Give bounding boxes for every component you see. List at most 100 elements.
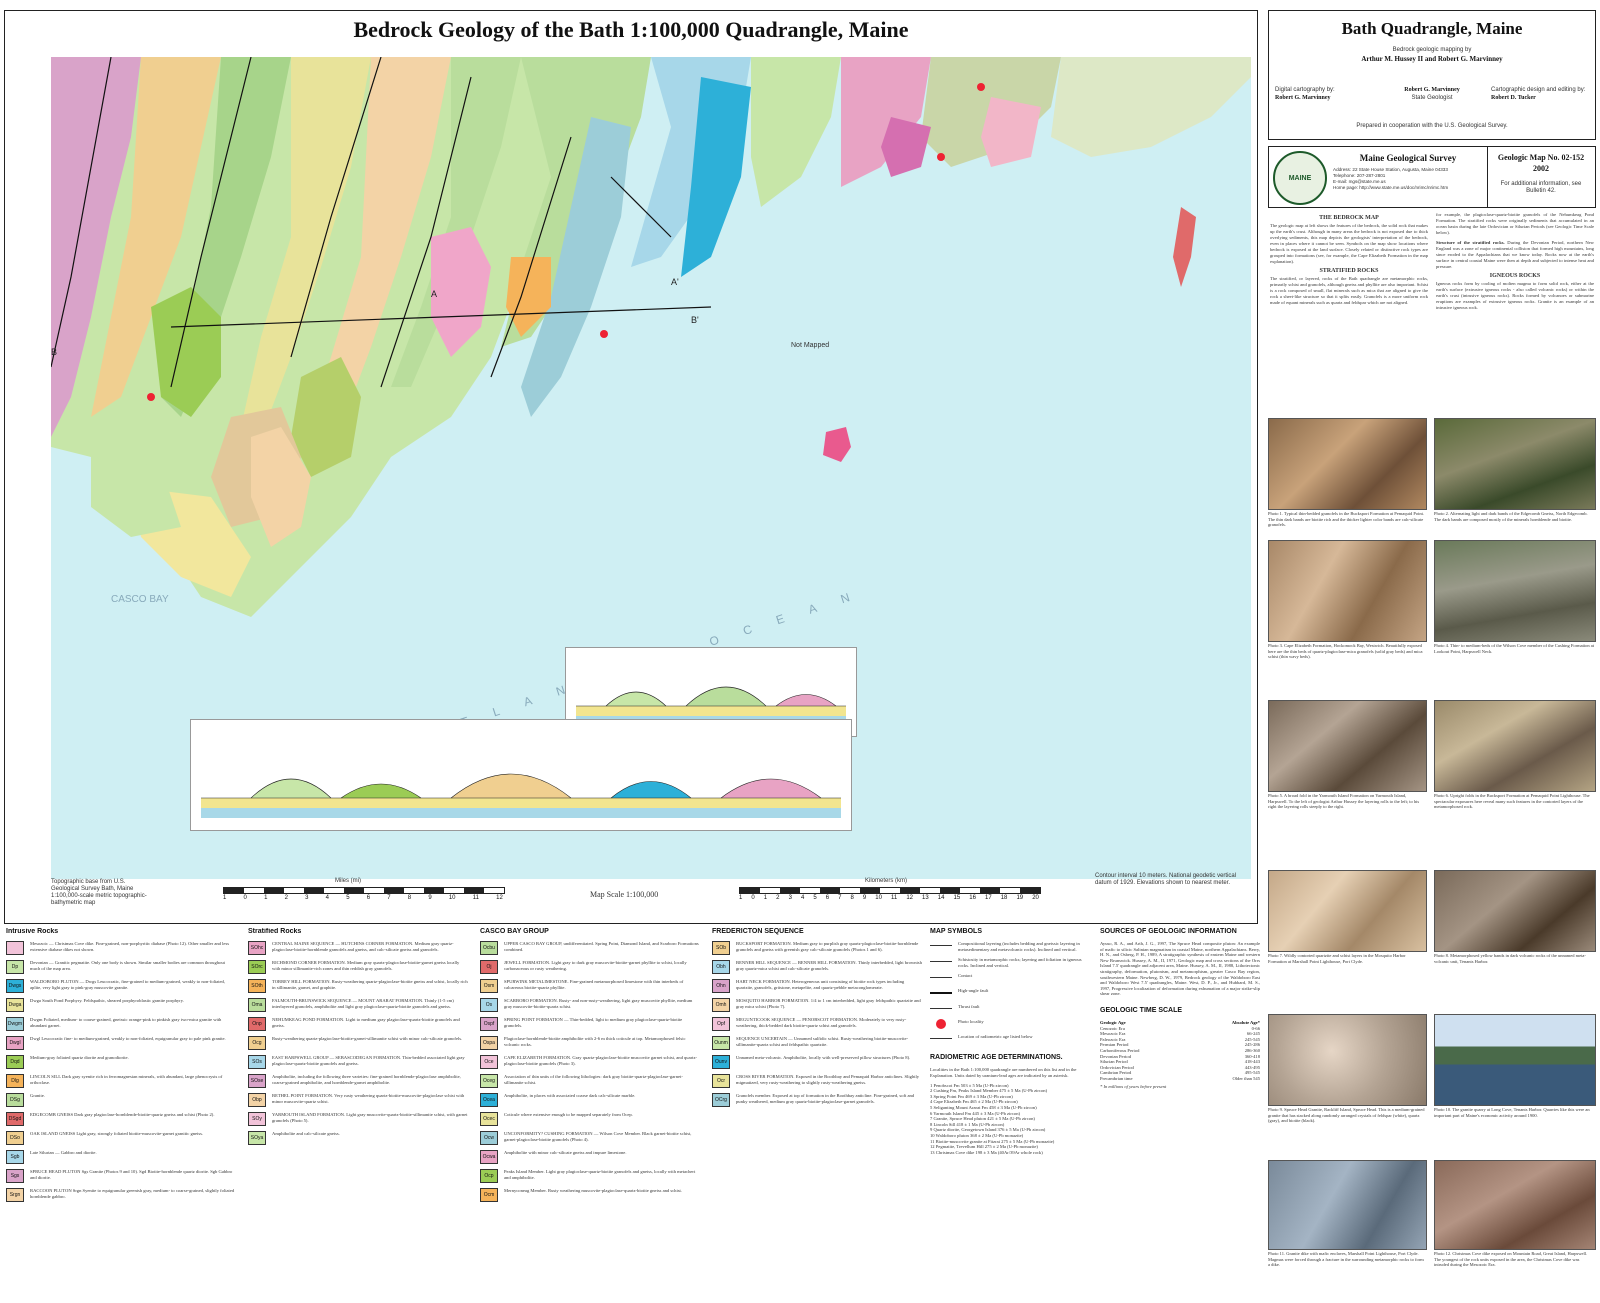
unit-description: Granite. xyxy=(30,1093,45,1098)
unit-swatch: Ocr xyxy=(712,1074,730,1088)
unit-description: CAPE ELIZABETH FORMATION. Gray quartz-pl… xyxy=(504,1055,698,1066)
time-scale-note: * In millions of years before present xyxy=(1100,1084,1167,1090)
unit-swatch: Sgb xyxy=(6,1150,24,1164)
unit-description: MEGUNTICOOK SEQUENCE — PENOBSCOT FORMATI… xyxy=(736,1017,907,1028)
unit-description: SPRUCE HEAD PLUTON Sgs Granite (Photos 9… xyxy=(30,1169,233,1180)
symbol-description: Schistosity in metamorphic rocks; layeri… xyxy=(958,957,1082,968)
quadrangle-title: Bath Quadrangle, Maine xyxy=(1341,19,1523,38)
unit-description: Unnamed meta-volcanic. Amphibolite, loca… xyxy=(736,1055,911,1060)
photo-7-caption: Photo 7. Wildly contorted quartzite and … xyxy=(1268,953,1406,964)
legend-unit: Dqd Medium-gray foliated quartz diorite a… xyxy=(6,1055,236,1069)
cross-section-b[interactable] xyxy=(190,719,852,831)
symbol-description: Photo locality xyxy=(958,1019,984,1025)
survey-block: MAINE Maine Geological Survey Address: 2… xyxy=(1268,146,1596,208)
unit-swatch: Omh xyxy=(712,998,730,1012)
unit-description: MOSQUITO HARBOR FORMATION. 1/4 to 1 cm i… xyxy=(736,998,921,1009)
cross-section-b-drawing xyxy=(201,773,841,818)
legend-unit: Obp BETHEL POINT FORMATION. Very rusty we… xyxy=(248,1093,468,1107)
unit-description: CENTRAL MAINE SEQUENCE — HUTCHINS CORNER… xyxy=(272,941,454,952)
photo-12[interactable] xyxy=(1434,1160,1596,1250)
photo-6[interactable] xyxy=(1434,700,1596,792)
photo-4-caption: Photo 4. Thin- to medium-beds of the Wil… xyxy=(1434,643,1594,654)
unit-swatch: Ocm xyxy=(480,1188,498,1202)
photo-10[interactable] xyxy=(1434,1014,1596,1106)
scale-tick-label: 20 xyxy=(1032,895,1039,901)
unit-description: Mernyconeag Member. Rusty weathering mus… xyxy=(504,1188,682,1193)
legend-unit: Ospf SPRING POINT FORMATION — Thin-bedded… xyxy=(480,1017,700,1031)
photo-11-caption: Photo 11. Granite dike with mafic enclav… xyxy=(1268,1251,1424,1267)
time-scale-title: GEOLOGIC TIME SCALE xyxy=(1100,1006,1183,1014)
legend-unit: Ocp Peaks Island Member. Light gray plagi… xyxy=(480,1169,700,1183)
geologist-name: Robert G. Marvinney xyxy=(1404,87,1460,93)
scale-tick-label: 5 xyxy=(346,895,350,901)
unit-description: Plagioclase-hornblende-biotite amphiboli… xyxy=(504,1036,686,1047)
symbol-line-icon xyxy=(930,1038,952,1044)
scale-tick-label: 1 xyxy=(763,895,768,901)
map-symbol-row: Schistosity in metamorphic rocks; layeri… xyxy=(930,957,1090,968)
photo-12-caption: Photo 12. Christmas Cove dike exposed on… xyxy=(1434,1251,1588,1267)
legend-unit: Oce CAPE ELIZABETH FORMATION. Gray quartz… xyxy=(480,1055,700,1069)
symbol-description: Location of radiometric age listed below xyxy=(958,1034,1033,1040)
unit-description: SPURWINK METALIMESTONE. Fine-grained met… xyxy=(504,979,684,990)
bedrock-heading: THE BEDROCK MAP xyxy=(1319,215,1379,221)
legend-unit: Osm SPURWINK METALIMESTONE. Fine-grained … xyxy=(480,979,700,993)
map-symbol-row: Photo locality xyxy=(930,1019,1090,1030)
scale-tick-label: 7 xyxy=(387,895,391,901)
scale-tick-label: 11 xyxy=(472,895,479,901)
map-symbol-row: Compositional layering (includes bedding… xyxy=(930,941,1090,952)
map-frame: Bedrock Geology of the Bath 1:100,000 Qu… xyxy=(4,10,1258,924)
legend-unit: SOy YARMOUTH ISLAND FORMATION. Light gray… xyxy=(248,1112,468,1126)
unit-swatch: Osm xyxy=(480,979,498,993)
unit-swatch: SOb xyxy=(712,941,730,955)
scale-tick-label: 4 xyxy=(325,895,329,901)
photo-7[interactable] xyxy=(1268,870,1427,952)
photo-locality-marker xyxy=(937,153,945,161)
section-b-prime-label: B' xyxy=(691,315,699,325)
photo-3[interactable] xyxy=(1268,540,1427,642)
legend-unit: Ocbu UPPER CASCO BAY GROUP, undifferentia… xyxy=(480,941,700,955)
unit-description: BUCKSPORT FORMATION. Medium gray to purp… xyxy=(736,941,919,952)
legend-unit: Obh BENNER HILL SEQUENCE — BENNER HILL FO… xyxy=(712,960,922,974)
photo-9[interactable] xyxy=(1268,1014,1427,1106)
symbol-line-icon xyxy=(930,977,952,983)
map-symbol-row: High-angle fault xyxy=(930,988,1090,999)
unit-swatch: Oj xyxy=(480,960,498,974)
photo-2-caption: Photo 2. Alternating light and dark band… xyxy=(1434,511,1588,522)
igneous-heading: IGNEOUS ROCKS xyxy=(1489,273,1541,279)
photo-11[interactable] xyxy=(1268,1160,1427,1250)
photo-1[interactable] xyxy=(1268,418,1427,510)
unit-description: Association of thin units of the followi… xyxy=(504,1074,683,1085)
unit-swatch: Srgn xyxy=(6,1188,24,1202)
scale-tick-label: 7 xyxy=(838,895,842,901)
divider xyxy=(1487,147,1488,207)
legend-casco-bay: CASCO BAY GROUP Ocbu UPPER CASCO BAY GROU… xyxy=(480,928,700,1298)
unit-swatch: Ocea xyxy=(480,1093,498,1107)
unit-description: Late Silurian — Gabbro and diorite. xyxy=(30,1150,97,1155)
photo-8[interactable] xyxy=(1434,870,1596,952)
unit-description: RACCOON PLUTON Srgn Syenite to equigranu… xyxy=(30,1188,235,1199)
survey-homepage[interactable]: Home page: http://www.state.me.us/doc/nr… xyxy=(1333,185,1483,191)
bedrock-map-text: THE BEDROCK MAP The geologic map at left… xyxy=(1270,212,1428,412)
scale-tick-label: 9 xyxy=(428,895,432,901)
unit-description: Amphibolite, including the following thr… xyxy=(272,1074,461,1085)
legend-intrusive: Intrusive Rocks Mesozoic — Christmas Cov… xyxy=(6,928,236,1298)
photo-locality-marker xyxy=(600,330,608,338)
time-scale-age-value: Older than 545 xyxy=(1232,1075,1260,1081)
photo-4[interactable] xyxy=(1434,540,1596,642)
map-year: 2002 xyxy=(1533,164,1549,173)
photo-2[interactable] xyxy=(1434,418,1596,510)
sources-text: Ayuso, R. A., and Arth, J. G., 1997, The… xyxy=(1100,941,1260,997)
unit-swatch: Ocw xyxy=(480,1131,498,1145)
unit-description: Amphibolite, in places with associated c… xyxy=(504,1093,636,1098)
unit-swatch: Ocbu xyxy=(480,941,498,955)
legend-unit: Dwga Dwga South Pond Porphyry. Feldspathi… xyxy=(6,998,236,1012)
legend-unit: OCrg Granofels member. Exposed at top of … xyxy=(712,1093,922,1107)
scale-tick-label: 13 xyxy=(922,895,929,901)
scale-tick-label: 3 xyxy=(305,895,309,901)
unit-description: Devonian — Granitic pegmatite. Only one … xyxy=(30,960,225,971)
photo-5[interactable] xyxy=(1268,700,1427,792)
photo-6-caption: Photo 6. Upright folds in the Bucksport … xyxy=(1434,793,1590,809)
digital-name: Robert G. Marvinney xyxy=(1275,95,1331,101)
unit-swatch: Ocg xyxy=(248,1036,266,1050)
miles-label: Miles (mi) xyxy=(335,878,361,884)
